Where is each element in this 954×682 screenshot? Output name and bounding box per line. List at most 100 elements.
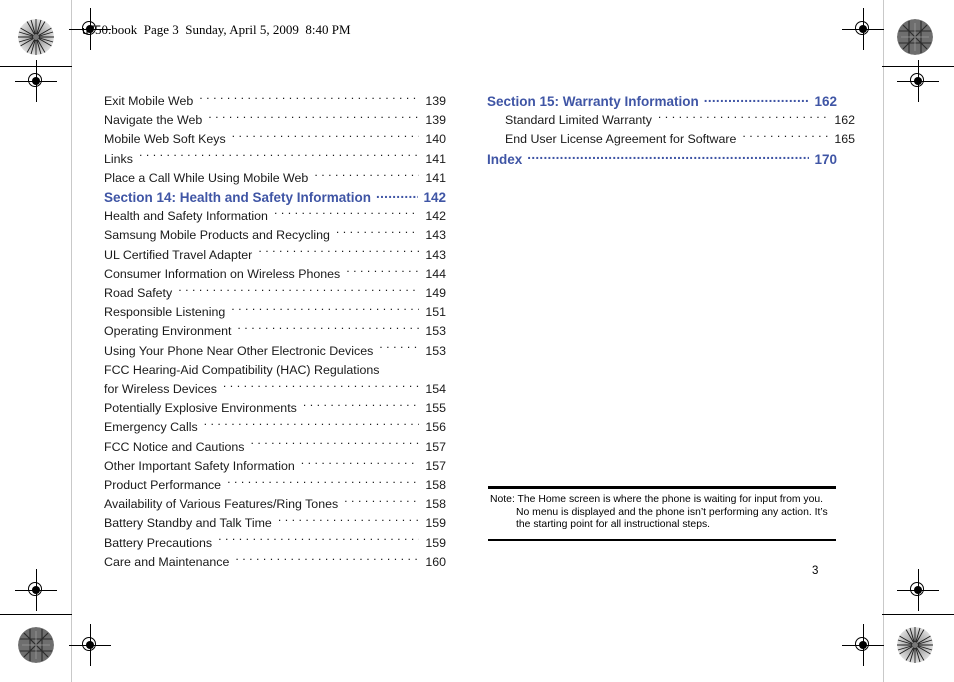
toc-page-number: 139 <box>425 113 446 128</box>
toc-entry-row[interactable]: Battery Standby and Talk Time 159 <box>104 514 446 533</box>
toc-dot-leader <box>346 266 419 278</box>
toc-dot-leader <box>376 189 418 202</box>
toc-entry-row[interactable]: Potentially Explosive Environments 155 <box>104 399 446 418</box>
toc-dot-leader <box>237 323 419 335</box>
toc-entry-row[interactable]: Using Your Phone Near Other Electronic D… <box>104 342 446 361</box>
toc-dot-leader <box>258 247 419 259</box>
toc-column-right: Section 15: Warranty Information162Stand… <box>487 92 855 169</box>
toc-page-number: 149 <box>425 286 446 301</box>
toc-entry-label: Responsible Listening <box>104 305 226 320</box>
toc-entry-row[interactable]: UL Certified Travel Adapter 143 <box>104 246 446 265</box>
note-text: The Home screen is where the phone is wa… <box>516 494 828 531</box>
toc-dot-leader <box>235 554 419 566</box>
toc-entry-row[interactable]: Navigate the Web 139 <box>104 111 446 130</box>
star-target-mark-bottom-right <box>897 627 933 663</box>
toc-dot-leader <box>208 112 419 124</box>
toc-page-number: 159 <box>425 535 446 550</box>
toc-entry-label: Navigate the Web <box>104 113 203 128</box>
toc-entry-row[interactable]: for Wireless Devices 154 <box>104 380 446 399</box>
toc-entry-row[interactable]: Road Safety 149 <box>104 284 446 303</box>
toc-entry-row[interactable]: Consumer Information on Wireless Phones 1… <box>104 265 446 284</box>
toc-dot-leader <box>314 170 419 182</box>
registration-mark-top-right-inner <box>897 60 939 102</box>
note-body: Note: The Home screen is where the phone… <box>488 489 836 536</box>
toc-entry-row[interactable]: Battery Precautions 159 <box>104 534 446 553</box>
toc-entry-row[interactable]: Health and Safety Information 142 <box>104 207 446 226</box>
trim-line-right <box>883 0 884 682</box>
toc-entry-row[interactable]: Other Important Safety Information 157 <box>104 457 446 476</box>
toc-dot-leader <box>303 400 419 412</box>
toc-page-number: 162 <box>814 94 837 109</box>
toc-dot-leader <box>379 343 419 355</box>
toc-entry-row[interactable]: End User License Agreement for Software 1… <box>487 130 855 149</box>
toc-entry-row[interactable]: Mobile Web Soft Keys 140 <box>104 130 446 149</box>
toc-dot-leader <box>336 227 419 239</box>
toc-page-number: 158 <box>425 478 446 493</box>
toc-entry-label: Emergency Calls <box>104 420 198 435</box>
toc-dot-leader <box>227 477 419 489</box>
toc-entry-row[interactable]: FCC Notice and Cautions 157 <box>104 438 446 457</box>
toc-page-number: 141 <box>425 170 446 185</box>
toc-page-number: 159 <box>425 516 446 531</box>
toc-dot-leader <box>232 131 419 143</box>
page-number: 3 <box>812 565 819 577</box>
toc-entry-row[interactable]: Operating Environment 153 <box>104 322 446 341</box>
toc-page-number: 170 <box>814 151 837 167</box>
toc-dot-leader <box>385 362 419 374</box>
toc-entry-label: Samsung Mobile Products and Recycling <box>104 228 330 243</box>
note-rule-bottom <box>488 538 836 541</box>
toc-entry-label: Section 15: Warranty Information <box>487 94 699 109</box>
toc-dot-leader <box>218 535 419 547</box>
toc-dot-leader <box>344 496 419 508</box>
toc-section-row[interactable]: Section 14: Health and Safety Informatio… <box>104 188 446 207</box>
halftone-target-mark-top-right <box>897 19 933 55</box>
toc-page-number: 143 <box>425 247 446 262</box>
toc-entry-label: Operating Environment <box>104 324 232 339</box>
file-header-stamp: u750.book Page 3 Sunday, April 5, 2009 8… <box>82 22 351 37</box>
toc-page-number: 143 <box>425 228 446 243</box>
toc-entry-row[interactable]: Standard Limited Warranty 162 <box>487 111 855 130</box>
toc-dot-leader <box>658 112 828 124</box>
toc-dot-leader <box>223 381 419 393</box>
toc-entry-label: Battery Precautions <box>104 535 213 550</box>
toc-dot-leader <box>274 208 419 220</box>
toc-entry-label: Product Performance <box>104 478 222 493</box>
toc-page-number: 154 <box>425 382 446 397</box>
toc-page-number: 162 <box>834 113 855 128</box>
toc-entry-label: Index <box>487 151 523 167</box>
toc-entry-row[interactable]: Responsible Listening 151 <box>104 303 446 322</box>
toc-page-number: 142 <box>423 190 446 206</box>
toc-entry-label: FCC Notice and Cautions <box>104 439 245 454</box>
toc-dot-leader <box>231 304 419 316</box>
halftone-target-mark-bottom-left <box>18 627 54 663</box>
toc-entry-label: Mobile Web Soft Keys <box>104 132 226 147</box>
toc-entry-row[interactable]: Product Performance 158 <box>104 476 446 495</box>
toc-page-number: 153 <box>425 343 446 358</box>
toc-column-left: Exit Mobile Web 139 Navigate the Web 139 Mob… <box>104 92 446 572</box>
toc-entry-row[interactable]: Emergency Calls 156 <box>104 418 446 437</box>
toc-entry-row[interactable]: Exit Mobile Web 139 <box>104 92 446 111</box>
toc-entry-label: End User License Agreement for Software <box>505 132 737 147</box>
star-target-mark-top-left <box>18 19 54 55</box>
toc-dot-leader <box>527 151 809 164</box>
toc-page-number: 155 <box>425 401 446 416</box>
toc-section-row[interactable]: Index 170 <box>487 150 837 169</box>
toc-entry-label: Road Safety <box>104 286 173 301</box>
toc-entry-row[interactable]: Availability of Various Features/Ring To… <box>104 495 446 514</box>
registration-mark-bottom-right <box>842 624 884 666</box>
toc-entry-label: Care and Maintenance <box>104 554 230 569</box>
toc-dot-leader <box>704 93 809 106</box>
toc-page-number: 139 <box>425 94 446 108</box>
toc-entry-row[interactable]: FCC Hearing-Aid Compatibility (HAC) Regu… <box>104 361 446 380</box>
toc-section-row[interactable]: Section 15: Warranty Information 162 <box>487 92 837 111</box>
toc-page-number: 157 <box>425 458 446 473</box>
toc-entry-label: Links <box>104 151 133 166</box>
toc-entry-label: Availability of Various Features/Ring To… <box>104 497 339 512</box>
registration-mark-bottom-left <box>69 624 111 666</box>
toc-entry-row[interactable]: Links 141 <box>104 150 446 169</box>
toc-entry-row[interactable]: Samsung Mobile Products and Recycling 143 <box>104 226 446 245</box>
toc-page-number: 144 <box>425 266 446 281</box>
toc-page-number: 140 <box>425 132 446 147</box>
toc-entry-row[interactable]: Place a Call While Using Mobile Web 141 <box>104 169 446 188</box>
toc-entry-row[interactable]: Care and Maintenance 160 <box>104 553 446 572</box>
